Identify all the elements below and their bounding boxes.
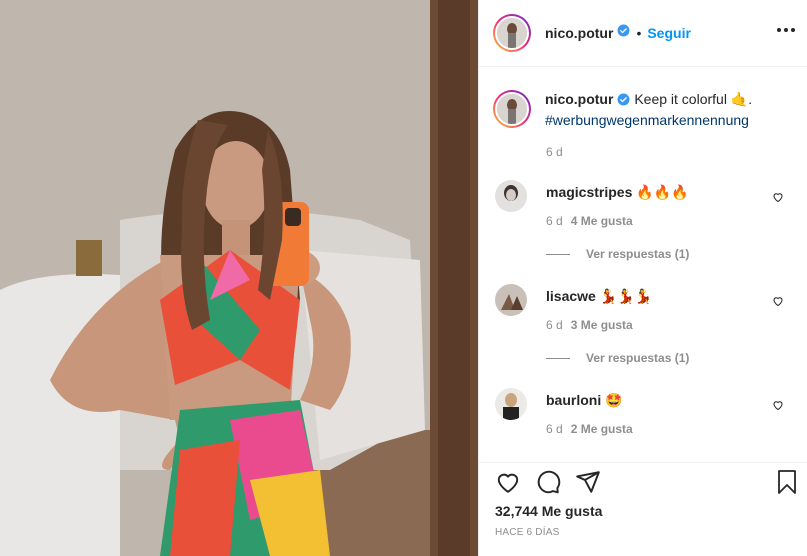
caption-username[interactable]: nico.potur: [545, 91, 613, 107]
view-replies-label: Ver respuestas (1): [586, 351, 690, 365]
separator-dot: •: [636, 25, 642, 41]
comment-meta: 6 d 2 Me gusta: [546, 422, 633, 436]
commenter-username[interactable]: magicstripes: [546, 184, 632, 200]
replies-divider: [546, 357, 570, 359]
comment-likes[interactable]: 2 Me gusta: [571, 422, 633, 436]
caption-author-avatar[interactable]: [493, 90, 531, 128]
heart-icon[interactable]: [772, 294, 784, 312]
comment-body: baurloni 🤩: [546, 392, 623, 409]
post-caption: nico.potur Keep it colorful 🤙. #werbungw…: [493, 90, 793, 130]
commenter-avatar[interactable]: [495, 180, 527, 212]
view-replies-button[interactable]: Ver respuestas (1): [546, 247, 689, 261]
author-avatar-image: [497, 18, 527, 48]
caption-avatar-image: [497, 94, 527, 124]
comment-text: 🔥🔥🔥: [636, 184, 689, 200]
comment-text: 🤩: [605, 392, 623, 408]
comment-meta: 6 d 3 Me gusta: [546, 318, 633, 332]
comment-likes[interactable]: 3 Me gusta: [571, 318, 633, 332]
caption-text: Keep it colorful: [634, 91, 727, 107]
share-icon[interactable]: [575, 469, 601, 500]
likes-count[interactable]: 32,744 Me gusta: [495, 503, 602, 519]
comment-body: lisacwe 💃💃💃: [546, 288, 652, 305]
view-replies-button[interactable]: Ver respuestas (1): [546, 351, 689, 365]
post-details-panel: nico.potur • Seguir nico.potur Keep it c…: [478, 0, 807, 556]
heart-icon[interactable]: [772, 398, 784, 416]
post-header: nico.potur • Seguir: [479, 0, 807, 67]
bookmark-icon[interactable]: [775, 469, 799, 500]
commenter-avatar[interactable]: [495, 284, 527, 316]
follow-button[interactable]: Seguir: [647, 25, 691, 41]
post-image: [0, 0, 478, 556]
author-avatar[interactable]: [493, 14, 531, 52]
heart-icon[interactable]: [772, 190, 784, 208]
post-photo[interactable]: [0, 0, 478, 556]
author-username[interactable]: nico.potur: [545, 25, 613, 41]
comment-meta: 6 d 4 Me gusta: [546, 214, 633, 228]
more-options-icon[interactable]: [777, 28, 795, 32]
commenter-avatar[interactable]: [495, 388, 527, 420]
commenter-username[interactable]: baurloni: [546, 392, 601, 408]
comment-body: magicstripes 🔥🔥🔥: [546, 184, 689, 201]
comment-time: 6 d: [546, 318, 563, 332]
verified-badge-icon: [617, 24, 630, 42]
caption-hashtag[interactable]: #werbungwegenmarkennennung: [545, 112, 749, 128]
comment-text: 💃💃💃: [599, 288, 653, 304]
comments-section[interactable]: nico.potur Keep it colorful 🤙. #werbungw…: [479, 68, 807, 462]
caption-timestamp: 6 d: [546, 145, 563, 159]
verified-badge-icon: [617, 92, 630, 111]
comment-icon[interactable]: [535, 469, 561, 500]
view-replies-label: Ver respuestas (1): [586, 247, 690, 261]
post-actions: 32,744 Me gusta HACE 6 DÍAS: [479, 462, 807, 556]
comment-time: 6 d: [546, 214, 563, 228]
caption-emoji: 🤙: [730, 91, 749, 107]
post-timestamp: HACE 6 DÍAS: [495, 527, 560, 538]
heart-icon[interactable]: [495, 469, 521, 500]
commenter-username[interactable]: lisacwe: [546, 288, 596, 304]
caption-text-block: nico.potur Keep it colorful 🤙. #werbungw…: [545, 91, 753, 128]
comment-likes[interactable]: 4 Me gusta: [571, 214, 633, 228]
comment-time: 6 d: [546, 422, 563, 436]
replies-divider: [546, 253, 570, 255]
